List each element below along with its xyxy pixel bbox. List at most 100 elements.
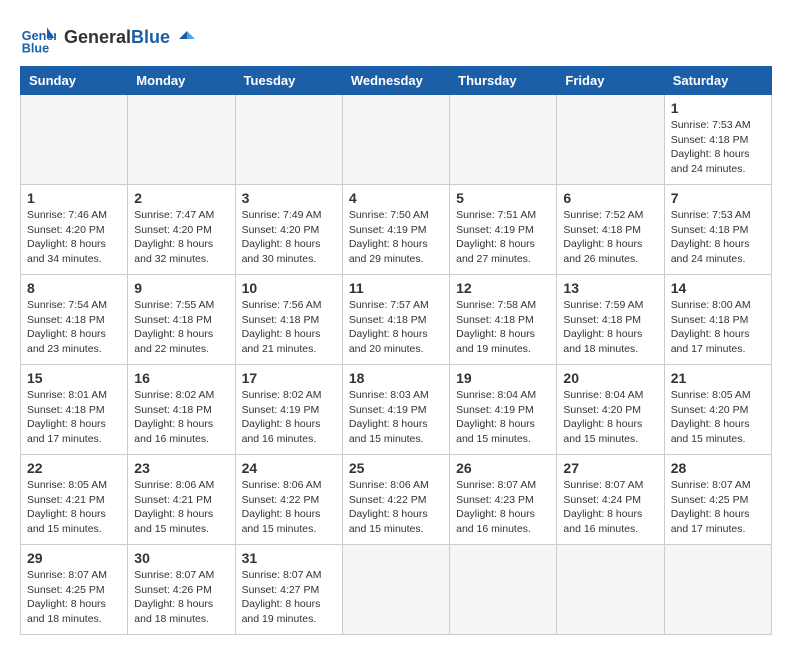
page-header: General Blue GeneralBlue [20,20,772,56]
calendar-cell [342,545,449,635]
day-number: 27 [563,460,657,476]
calendar-week-row: 29 Sunrise: 8:07 AM Sunset: 4:25 PM Dayl… [21,545,772,635]
day-info: Sunrise: 8:07 AM Sunset: 4:25 PM Dayligh… [671,478,765,537]
calendar-cell: 6 Sunrise: 7:52 AM Sunset: 4:18 PM Dayli… [557,185,664,275]
logo-bird-icon [177,29,197,49]
day-info: Sunrise: 8:07 AM Sunset: 4:27 PM Dayligh… [242,568,336,627]
day-number: 16 [134,370,228,386]
day-number: 3 [242,190,336,206]
day-number: 25 [349,460,443,476]
calendar-week-row: 15 Sunrise: 8:01 AM Sunset: 4:18 PM Dayl… [21,365,772,455]
calendar-cell [664,545,771,635]
calendar-cell: 24 Sunrise: 8:06 AM Sunset: 4:22 PM Dayl… [235,455,342,545]
calendar-cell [128,95,235,185]
day-number: 2 [134,190,228,206]
day-info: Sunrise: 8:02 AM Sunset: 4:19 PM Dayligh… [242,388,336,447]
day-number: 1 [27,190,121,206]
day-number: 7 [671,190,765,206]
day-info: Sunrise: 7:59 AM Sunset: 4:18 PM Dayligh… [563,298,657,357]
calendar-week-row: 1 Sunrise: 7:53 AM Sunset: 4:18 PM Dayli… [21,95,772,185]
column-header-saturday: Saturday [664,67,771,95]
day-info: Sunrise: 7:53 AM Sunset: 4:18 PM Dayligh… [671,118,765,177]
column-header-wednesday: Wednesday [342,67,449,95]
day-info: Sunrise: 7:56 AM Sunset: 4:18 PM Dayligh… [242,298,336,357]
calendar-cell: 1 Sunrise: 7:46 AM Sunset: 4:20 PM Dayli… [21,185,128,275]
calendar-cell: 11 Sunrise: 7:57 AM Sunset: 4:18 PM Dayl… [342,275,449,365]
svg-text:Blue: Blue [22,41,49,55]
day-number: 9 [134,280,228,296]
day-number: 26 [456,460,550,476]
column-header-tuesday: Tuesday [235,67,342,95]
calendar-table: SundayMondayTuesdayWednesdayThursdayFrid… [20,66,772,635]
day-info: Sunrise: 8:06 AM Sunset: 4:22 PM Dayligh… [349,478,443,537]
day-info: Sunrise: 8:05 AM Sunset: 4:20 PM Dayligh… [671,388,765,447]
calendar-cell: 10 Sunrise: 7:56 AM Sunset: 4:18 PM Dayl… [235,275,342,365]
calendar-cell: 5 Sunrise: 7:51 AM Sunset: 4:19 PM Dayli… [450,185,557,275]
calendar-cell [235,95,342,185]
column-header-friday: Friday [557,67,664,95]
day-info: Sunrise: 8:04 AM Sunset: 4:20 PM Dayligh… [563,388,657,447]
day-number: 12 [456,280,550,296]
day-info: Sunrise: 7:53 AM Sunset: 4:18 PM Dayligh… [671,208,765,267]
column-header-sunday: Sunday [21,67,128,95]
calendar-cell: 30 Sunrise: 8:07 AM Sunset: 4:26 PM Dayl… [128,545,235,635]
calendar-cell: 13 Sunrise: 7:59 AM Sunset: 4:18 PM Dayl… [557,275,664,365]
calendar-cell: 9 Sunrise: 7:55 AM Sunset: 4:18 PM Dayli… [128,275,235,365]
day-number: 4 [349,190,443,206]
day-number: 22 [27,460,121,476]
day-info: Sunrise: 8:06 AM Sunset: 4:22 PM Dayligh… [242,478,336,537]
calendar-cell: 21 Sunrise: 8:05 AM Sunset: 4:20 PM Dayl… [664,365,771,455]
calendar-cell: 4 Sunrise: 7:50 AM Sunset: 4:19 PM Dayli… [342,185,449,275]
calendar-cell [557,545,664,635]
day-info: Sunrise: 7:52 AM Sunset: 4:18 PM Dayligh… [563,208,657,267]
day-number: 30 [134,550,228,566]
logo-text: GeneralBlue [64,27,197,48]
logo-icon: General Blue [20,20,56,56]
day-number: 23 [134,460,228,476]
day-info: Sunrise: 8:00 AM Sunset: 4:18 PM Dayligh… [671,298,765,357]
calendar-cell: 3 Sunrise: 7:49 AM Sunset: 4:20 PM Dayli… [235,185,342,275]
day-number: 6 [563,190,657,206]
calendar-cell: 25 Sunrise: 8:06 AM Sunset: 4:22 PM Dayl… [342,455,449,545]
day-number: 17 [242,370,336,386]
day-info: Sunrise: 7:49 AM Sunset: 4:20 PM Dayligh… [242,208,336,267]
calendar-cell: 31 Sunrise: 8:07 AM Sunset: 4:27 PM Dayl… [235,545,342,635]
calendar-week-row: 1 Sunrise: 7:46 AM Sunset: 4:20 PM Dayli… [21,185,772,275]
calendar-cell [21,95,128,185]
day-number: 28 [671,460,765,476]
column-header-thursday: Thursday [450,67,557,95]
day-number: 10 [242,280,336,296]
day-info: Sunrise: 7:50 AM Sunset: 4:19 PM Dayligh… [349,208,443,267]
column-header-monday: Monday [128,67,235,95]
day-info: Sunrise: 7:58 AM Sunset: 4:18 PM Dayligh… [456,298,550,357]
day-info: Sunrise: 8:01 AM Sunset: 4:18 PM Dayligh… [27,388,121,447]
day-info: Sunrise: 8:07 AM Sunset: 4:23 PM Dayligh… [456,478,550,537]
calendar-cell [450,545,557,635]
day-info: Sunrise: 8:07 AM Sunset: 4:25 PM Dayligh… [27,568,121,627]
day-number: 15 [27,370,121,386]
day-info: Sunrise: 7:54 AM Sunset: 4:18 PM Dayligh… [27,298,121,357]
day-number: 29 [27,550,121,566]
calendar-header-row: SundayMondayTuesdayWednesdayThursdayFrid… [21,67,772,95]
logo: General Blue GeneralBlue [20,20,197,56]
calendar-cell: 1 Sunrise: 7:53 AM Sunset: 4:18 PM Dayli… [664,95,771,185]
calendar-cell: 14 Sunrise: 8:00 AM Sunset: 4:18 PM Dayl… [664,275,771,365]
day-info: Sunrise: 8:03 AM Sunset: 4:19 PM Dayligh… [349,388,443,447]
day-number: 1 [671,100,765,116]
day-info: Sunrise: 8:07 AM Sunset: 4:24 PM Dayligh… [563,478,657,537]
calendar-cell: 8 Sunrise: 7:54 AM Sunset: 4:18 PM Dayli… [21,275,128,365]
calendar-cell: 18 Sunrise: 8:03 AM Sunset: 4:19 PM Dayl… [342,365,449,455]
day-number: 5 [456,190,550,206]
day-info: Sunrise: 7:46 AM Sunset: 4:20 PM Dayligh… [27,208,121,267]
day-number: 31 [242,550,336,566]
day-number: 13 [563,280,657,296]
day-info: Sunrise: 7:57 AM Sunset: 4:18 PM Dayligh… [349,298,443,357]
calendar-cell: 22 Sunrise: 8:05 AM Sunset: 4:21 PM Dayl… [21,455,128,545]
day-info: Sunrise: 8:04 AM Sunset: 4:19 PM Dayligh… [456,388,550,447]
calendar-cell [450,95,557,185]
day-info: Sunrise: 7:51 AM Sunset: 4:19 PM Dayligh… [456,208,550,267]
calendar-cell [342,95,449,185]
calendar-week-row: 22 Sunrise: 8:05 AM Sunset: 4:21 PM Dayl… [21,455,772,545]
day-number: 11 [349,280,443,296]
calendar-cell: 29 Sunrise: 8:07 AM Sunset: 4:25 PM Dayl… [21,545,128,635]
